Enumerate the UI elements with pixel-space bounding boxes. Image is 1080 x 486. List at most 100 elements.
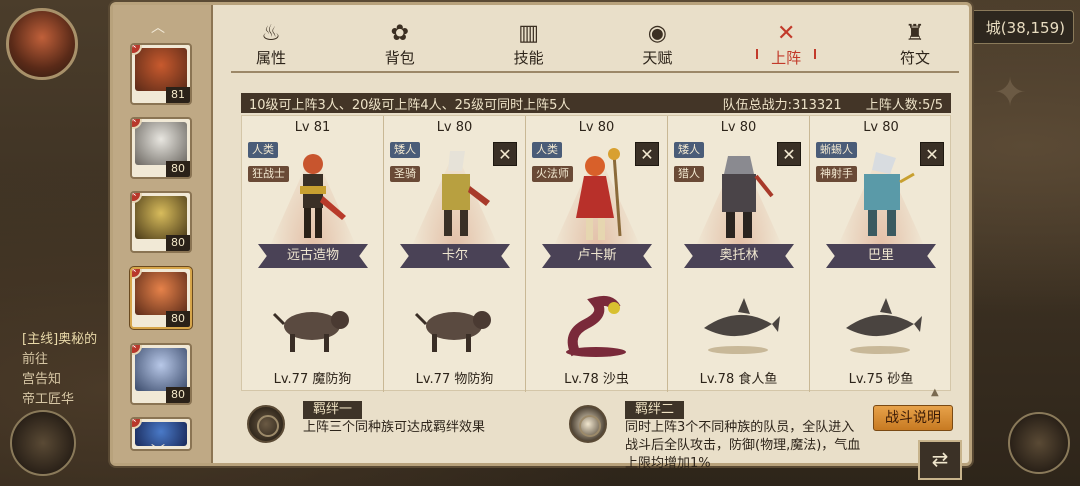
lineup-slot[interactable]: Lv 80 矮人 猎人 ✕ 奥托林 Lv.78 食人鱼 — [668, 116, 810, 392]
crossed-swords-icon: ✕ — [776, 21, 796, 46]
roster-hero-card[interactable]: ⚔ 80 — [130, 267, 192, 329]
lineup-count: 上阵人数:5/5 — [865, 97, 943, 113]
tab-skills[interactable]: ▥ 技能 — [491, 21, 567, 71]
hero-figure — [576, 148, 622, 240]
quest-line: 宫告知 — [22, 372, 62, 387]
pet-figure — [846, 298, 922, 354]
tab-label: 上阵 — [771, 49, 802, 67]
lineup-slot[interactable]: Lv 80 人类 火法师 ✕ 卢卡斯 Lv.78 沙虫 — [526, 116, 668, 392]
race-tag: 矮人 — [390, 142, 420, 158]
scroll-down-icon[interactable]: ﹀ — [151, 441, 165, 461]
hero-level: Lv 80 — [720, 120, 757, 135]
lineup-info-bar: 10级可上阵3人、20级可上阵4人、25级可同时上阵5人 队伍总战力:31332… — [241, 93, 951, 113]
pet-figure — [704, 298, 780, 354]
hero-name: 奥托林 — [684, 244, 794, 268]
scroll-up-icon[interactable]: ︿ — [151, 17, 165, 37]
hero-portrait — [135, 48, 187, 91]
hero-name: 卡尔 — [400, 244, 510, 268]
hero-name: 远古造物 — [258, 244, 368, 268]
tab-label: 天赋 — [642, 49, 673, 67]
hero-level: 81 — [166, 87, 190, 103]
race-tag: 人类 — [532, 142, 562, 158]
quest-line: 前往 — [22, 352, 49, 367]
book-icon: ▥ — [518, 21, 539, 46]
lineup-rule-text: 10级可上阵3人、20级可上阵4人、25级可同时上阵5人 — [249, 97, 571, 113]
hero-name: 卢卡斯 — [542, 244, 652, 268]
remove-hero-button[interactable]: ✕ — [493, 142, 517, 166]
tab-bar: ♨ 属性 ✿ 背包 ▥ 技能 ◉ 天赋 ✕ 上阵 ♜ 符文 — [233, 21, 953, 71]
hero-level: 80 — [166, 311, 190, 327]
class-tag: 圣骑 — [390, 166, 420, 182]
tab-divider — [231, 71, 959, 73]
hero-figure — [722, 156, 774, 238]
pet-name: Lv.75 砂鱼 — [848, 372, 914, 387]
bond-two-text: 同时上阵3个不同种族的队员，全队进入战斗后全队攻击，防御(物理,魔法)，气血上限… — [625, 420, 861, 471]
bond-one-text: 上阵三个同种族可达成羁绊效果 — [303, 420, 486, 435]
menu-button[interactable] — [1008, 412, 1070, 474]
hero-level: 80 — [166, 387, 190, 403]
remove-hero-button[interactable]: ✕ — [635, 142, 659, 166]
roster-hero-card[interactable]: ⚔ 80 — [130, 117, 192, 179]
eye-icon: ◉ — [647, 21, 667, 46]
tab-label: 符文 — [899, 49, 930, 67]
hero-level: Lv 80 — [863, 120, 899, 135]
swap-button[interactable]: ⇄ — [918, 440, 962, 480]
flame-icon: ♨ — [261, 21, 281, 46]
hero-roster[interactable]: ︿ ⚔ 81 ⚔ 80 ⚔ 80 ⚔ 80 ⚔ 80 ⚔ — [113, 5, 213, 463]
bond-two-title: 羁绊二 — [625, 401, 685, 419]
lineup-slot[interactable]: Lv 80 蜥蜴人 神射手 ✕ 巴里 Lv.75 砂鱼 — [810, 116, 952, 392]
bond-two-icon[interactable] — [569, 405, 607, 443]
pet-figure — [272, 311, 349, 352]
scroll-indicator-icon: ▲ — [931, 387, 939, 398]
roster-hero-card[interactable]: ⚔ 80 — [130, 191, 192, 253]
chat-button[interactable] — [10, 410, 76, 476]
hero-level: 80 — [166, 161, 190, 177]
hero-portrait — [135, 348, 187, 391]
lineup-slot[interactable]: Lv 81 人类 狂战士 远古造物 Lv.77 魔防狗 — [242, 116, 384, 392]
quest-line: 帝工匠华 — [22, 392, 75, 407]
roster-hero-card[interactable]: ⚔ 81 — [130, 43, 192, 105]
player-avatar[interactable] — [6, 8, 78, 80]
tab-lineup[interactable]: ✕ 上阵 — [748, 21, 824, 71]
pet-name: Lv.77 魔防狗 — [273, 372, 352, 387]
roster-hero-card[interactable]: ⚔ 80 — [130, 343, 192, 405]
pet-figure — [414, 311, 491, 352]
hero-figure — [864, 152, 915, 236]
tab-inventory[interactable]: ✿ 背包 — [362, 21, 438, 71]
tab-label: 技能 — [513, 49, 544, 67]
bag-icon: ✿ — [390, 21, 410, 46]
pet-name: Lv.78 沙虫 — [564, 372, 629, 387]
hero-figure — [442, 151, 490, 236]
tab-label: 属性 — [255, 49, 286, 67]
race-tag: 人类 — [248, 142, 278, 158]
tab-runes[interactable]: ♜ 符文 — [877, 21, 953, 71]
compass-icon: ✦ — [993, 70, 1027, 116]
quest-tracker[interactable]: [主线]奥秘的 前往 宫告知 帝工匠华 — [22, 330, 112, 410]
lineup-grid: Lv 81 人类 狂战士 远古造物 Lv.77 魔防狗 Lv 80 矮人 圣骑 … — [241, 115, 952, 392]
class-tag: 猎人 — [674, 166, 704, 182]
hero-level: Lv 80 — [436, 120, 473, 135]
rune-icon: ♜ — [905, 21, 925, 46]
hero-portrait — [135, 272, 187, 315]
bond-one-title: 羁绊一 — [303, 401, 363, 419]
hero-portrait — [135, 196, 187, 239]
lineup-slot[interactable]: Lv 80 矮人 圣骑 ✕ 卡尔 Lv.77 物防狗 — [384, 116, 526, 392]
hero-level: Lv 81 — [294, 120, 331, 135]
hero-name: 巴里 — [826, 244, 936, 268]
tab-talents[interactable]: ◉ 天赋 — [619, 21, 695, 71]
tab-label: 背包 — [384, 49, 415, 67]
battle-info-button[interactable]: 战斗说明 — [873, 405, 953, 431]
pet-name: Lv.77 物防狗 — [415, 372, 494, 387]
hero-portrait — [135, 122, 187, 165]
race-tag: 矮人 — [674, 142, 704, 158]
bond-one-icon[interactable] — [247, 405, 285, 443]
remove-hero-button[interactable]: ✕ — [777, 142, 801, 166]
tab-attributes[interactable]: ♨ 属性 — [233, 21, 309, 71]
remove-hero-button[interactable]: ✕ — [920, 142, 944, 166]
pet-name: Lv.78 食人鱼 — [699, 372, 778, 387]
hero-level: 80 — [166, 235, 190, 251]
lineup-panel: ︿ ⚔ 81 ⚔ 80 ⚔ 80 ⚔ 80 ⚔ 80 ⚔ — [110, 2, 972, 471]
team-power: 队伍总战力:313321 — [722, 97, 842, 113]
pet-figure — [566, 295, 626, 357]
quest-line: [主线]奥秘的 — [22, 332, 98, 347]
